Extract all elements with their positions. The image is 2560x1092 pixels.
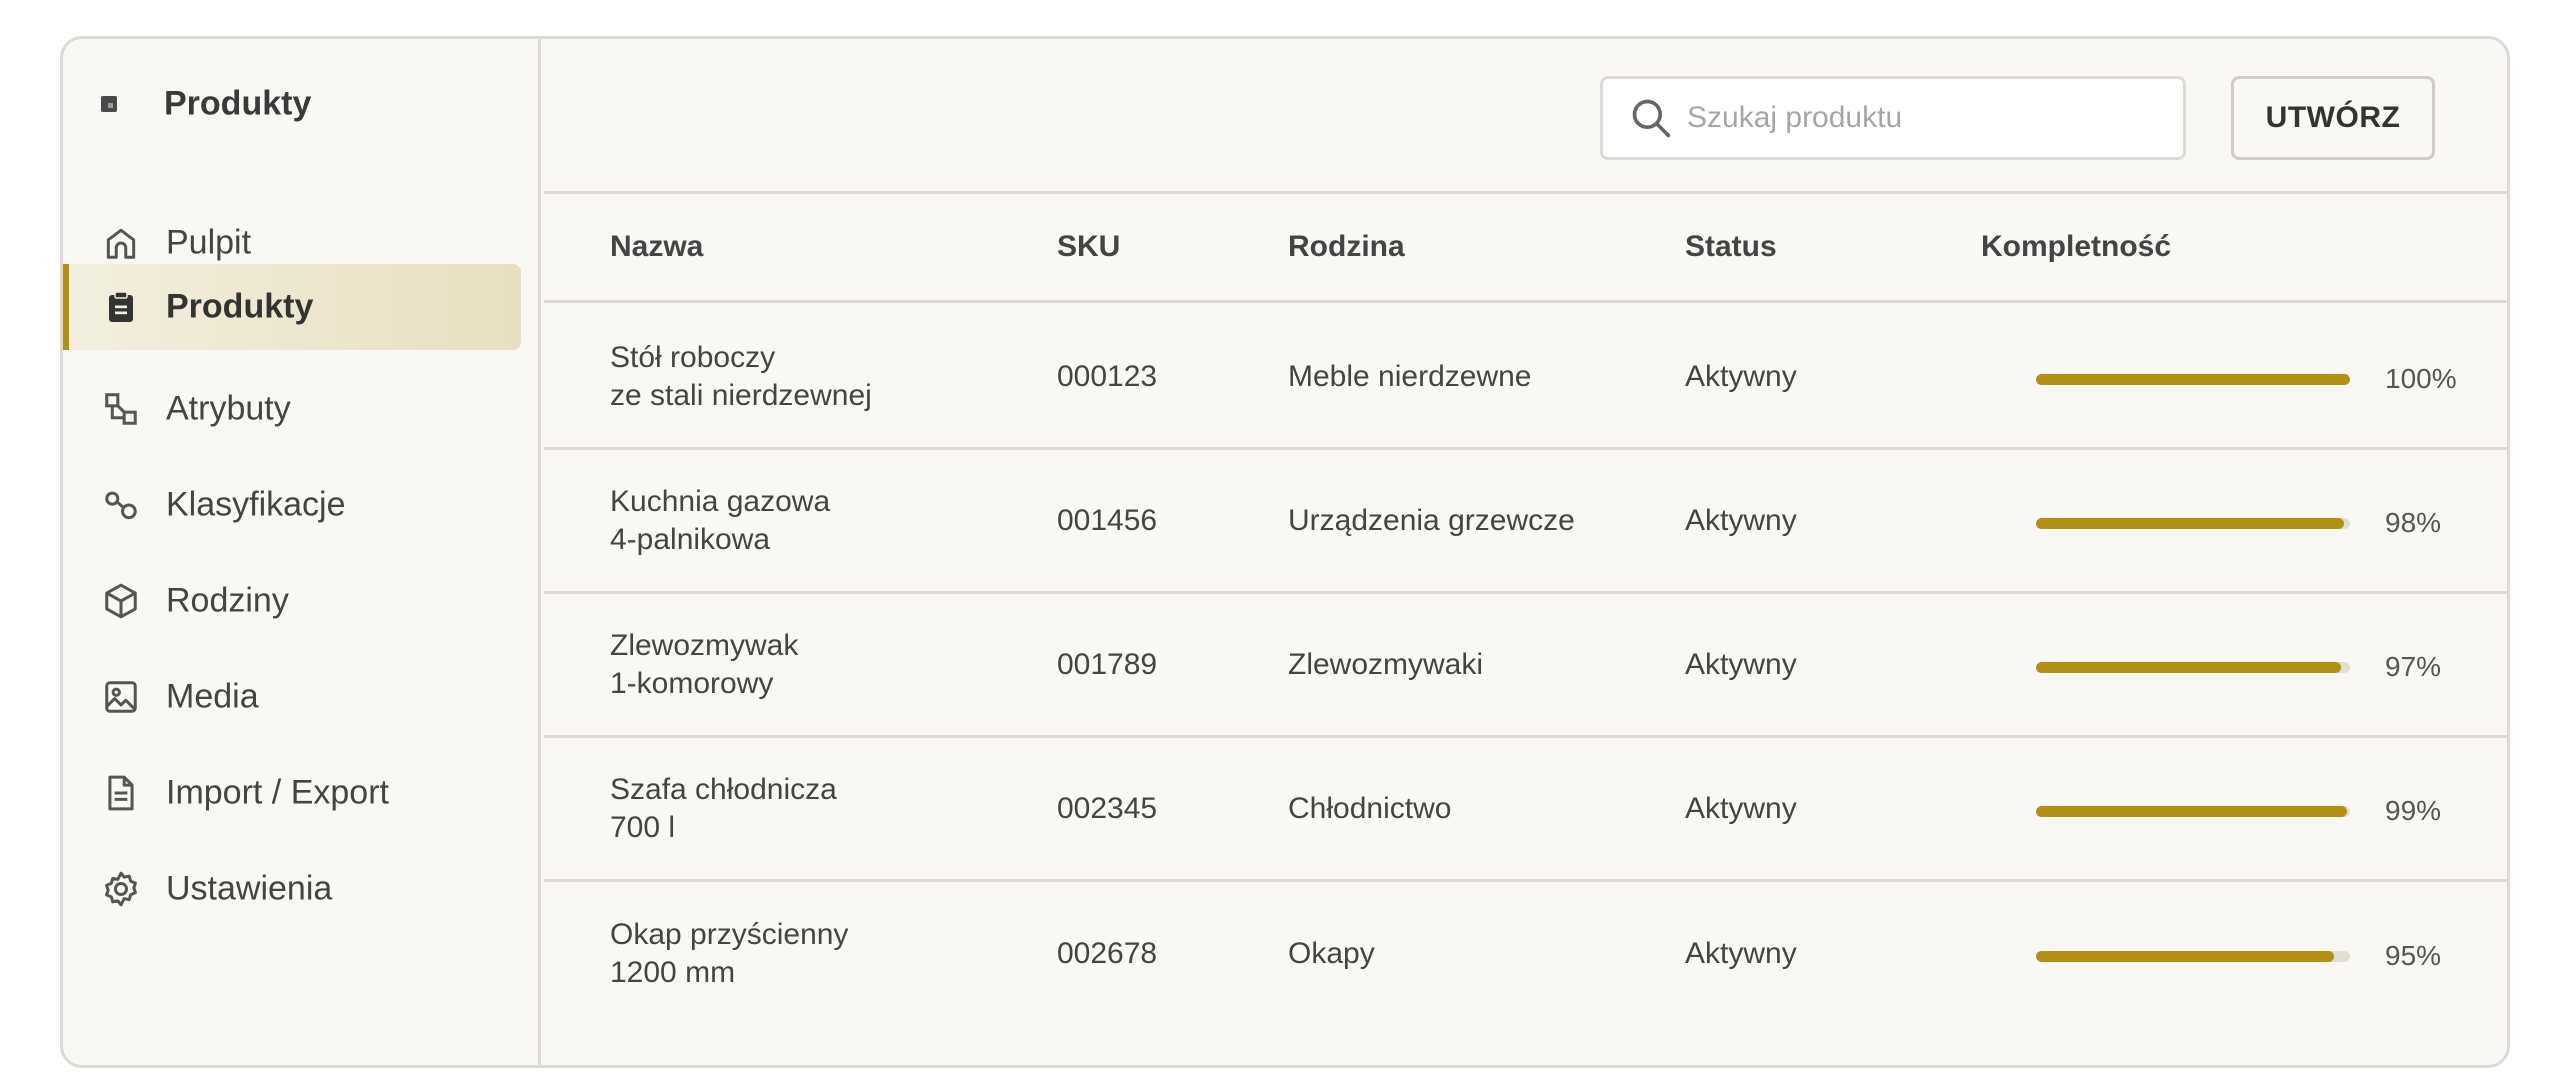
column-header-completeness[interactable]: Kompletność <box>1981 230 2171 264</box>
column-header-name[interactable]: Nazwa <box>610 230 703 264</box>
attributes-icon <box>101 389 141 429</box>
cube-icon <box>101 581 141 621</box>
completeness-bar-fill <box>2036 805 2347 817</box>
home-icon <box>101 223 141 263</box>
product-sku: 001789 <box>1057 647 1158 681</box>
sidebar-item-label: Produkty <box>166 287 314 326</box>
completeness-percent: 95% <box>2385 940 2442 971</box>
table-header: Nazwa SKU Rodzina Status Kompletność <box>544 194 2507 303</box>
product-name[interactable]: Zlewozmywak 1-komorowy <box>610 627 798 703</box>
product-sku: 000123 <box>1057 359 1158 393</box>
app-window: Produkty Pulpit Produkty Atrybuty Klasyf <box>60 36 2510 1068</box>
table-row[interactable]: Stół roboczy ze stali nierdzewnej 000123… <box>544 306 2507 450</box>
sidebar-item-import-export[interactable]: Import / Export <box>63 750 521 836</box>
product-name[interactable]: Kuchnia gazowa 4-palnikowa <box>610 483 830 559</box>
image-icon <box>101 677 141 717</box>
product-name[interactable]: Szafa chłodnicza 700 l <box>610 771 837 847</box>
sidebar-item-label: Import / Export <box>166 773 389 812</box>
product-status: Aktywny <box>1685 791 1797 825</box>
completeness-bar-fill <box>2036 951 2335 962</box>
sidebar-header: Produkty <box>63 75 538 133</box>
toolbar: UTWÓRZ <box>544 39 2507 194</box>
product-family: Urządzenia grzewcze <box>1288 503 1575 537</box>
sidebar-item-label: Media <box>166 677 259 716</box>
completeness-percent: 97% <box>2385 650 2442 682</box>
sidebar: Produkty Pulpit Produkty Atrybuty Klasyf <box>63 39 541 1065</box>
completeness-bar <box>2036 373 2350 385</box>
completeness-percent: 99% <box>2385 794 2442 826</box>
product-name[interactable]: Stół roboczy ze stali nierdzewnej <box>610 339 872 415</box>
product-status: Aktywny <box>1685 937 1797 970</box>
classification-icon <box>101 485 141 525</box>
completeness-bar <box>2036 661 2350 673</box>
sidebar-item-ustawienia[interactable]: Ustawienia <box>63 846 521 932</box>
completeness-bar <box>2036 517 2350 529</box>
completeness-bar-fill <box>2036 373 2350 385</box>
completeness-bar <box>2036 951 2350 962</box>
sidebar-item-label: Ustawienia <box>166 869 333 908</box>
sidebar-item-label: Pulpit <box>166 223 252 262</box>
product-sku: 001456 <box>1057 503 1158 537</box>
main-content: UTWÓRZ Nazwa SKU Rodzina Status Kompletn… <box>544 39 2507 1065</box>
table-row[interactable]: Zlewozmywak 1-komorowy 001789 Zlewozmywa… <box>544 594 2507 738</box>
sidebar-item-atrybuty[interactable]: Atrybuty <box>63 366 521 452</box>
product-sku: 002345 <box>1057 791 1158 825</box>
create-button[interactable]: UTWÓRZ <box>2231 76 2435 160</box>
product-name[interactable]: Okap przyścienny 1200 mm <box>610 916 848 992</box>
sidebar-item-produkty[interactable]: Produkty <box>63 264 521 350</box>
gear-icon <box>101 869 141 909</box>
column-header-sku[interactable]: SKU <box>1057 230 1120 264</box>
product-status: Aktywny <box>1685 503 1797 537</box>
completeness-bar <box>2036 805 2350 817</box>
table-row[interactable]: Kuchnia gazowa 4-palnikowa 001456 Urządz… <box>544 450 2507 594</box>
table-row[interactable]: Okap przyścienny 1200 mm 002678 Okapy Ak… <box>544 882 2507 1026</box>
product-status: Aktywny <box>1685 359 1797 393</box>
table-row[interactable]: Szafa chłodnicza 700 l 002345 Chłodnictw… <box>544 738 2507 882</box>
sidebar-title: Produkty <box>164 84 312 123</box>
completeness-percent: 100% <box>2385 362 2457 394</box>
clipboard-icon <box>101 287 141 327</box>
sidebar-item-label: Klasyfikacje <box>166 485 346 524</box>
document-icon <box>101 773 141 813</box>
search-icon <box>1629 96 1673 140</box>
completeness-percent: 98% <box>2385 506 2442 538</box>
sidebar-item-klasyfikacje[interactable]: Klasyfikacje <box>63 462 521 548</box>
column-header-status[interactable]: Status <box>1685 230 1777 264</box>
sidebar-item-label: Atrybuty <box>166 389 291 428</box>
product-family: Zlewozmywaki <box>1288 647 1484 681</box>
product-family: Okapy <box>1288 937 1375 970</box>
search-box[interactable] <box>1600 76 2186 160</box>
product-status: Aktywny <box>1685 647 1797 681</box>
column-header-family[interactable]: Rodzina <box>1288 230 1405 264</box>
search-input[interactable] <box>1687 79 2173 157</box>
product-family: Chłodnictwo <box>1288 791 1452 825</box>
sidebar-item-rodziny[interactable]: Rodziny <box>63 558 521 644</box>
product-family: Meble nierdzewne <box>1288 359 1532 393</box>
sidebar-item-label: Rodziny <box>166 581 289 620</box>
product-sku: 002678 <box>1057 937 1158 970</box>
logo-square-icon <box>100 95 118 113</box>
completeness-bar-fill <box>2036 661 2341 673</box>
completeness-bar-fill <box>2036 517 2344 529</box>
sidebar-item-media[interactable]: Media <box>63 654 521 740</box>
